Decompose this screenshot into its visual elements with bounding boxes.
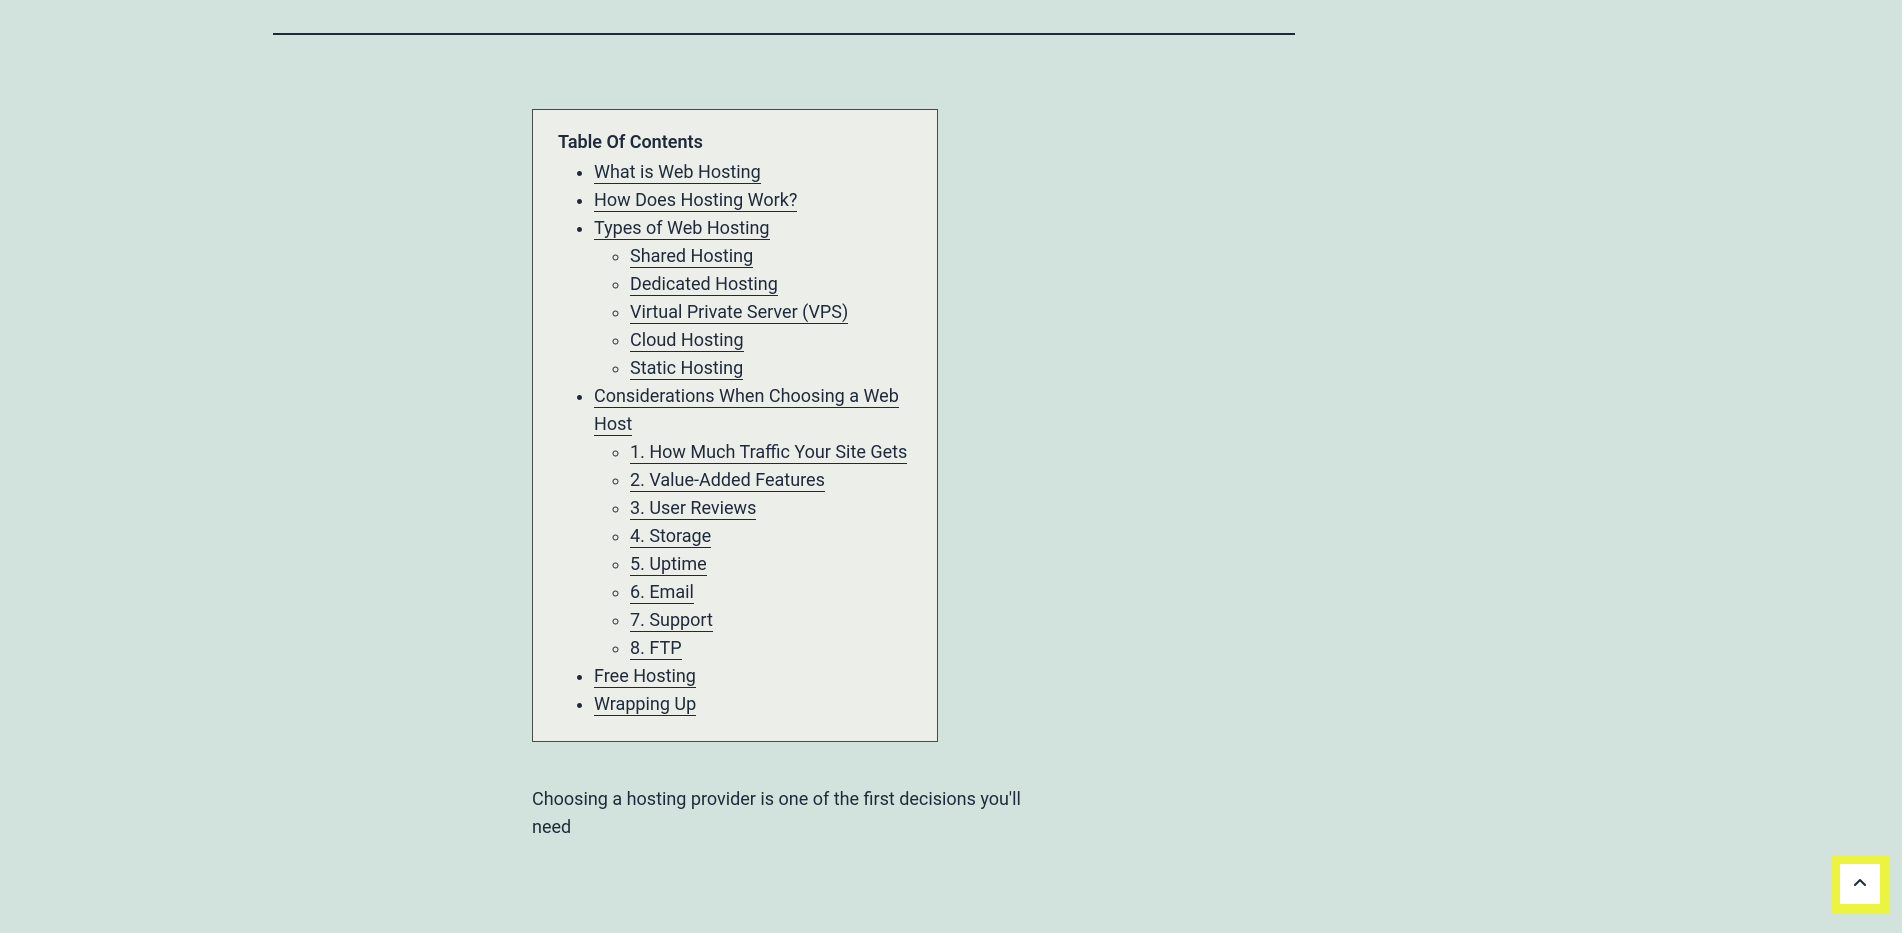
scroll-to-top-inner <box>1840 864 1880 904</box>
toc-link-support[interactable]: 7. Support <box>630 610 713 632</box>
toc-link-email[interactable]: 6. Email <box>630 582 694 604</box>
toc-item: Free Hosting <box>594 663 912 691</box>
toc-link-uptime[interactable]: 5. Uptime <box>630 554 707 576</box>
toc-link-cloud-hosting[interactable]: Cloud Hosting <box>630 330 744 352</box>
toc-link-wrapping-up[interactable]: Wrapping Up <box>594 694 696 716</box>
toc-subitem: 7. Support <box>630 607 912 635</box>
toc-item: Types of Web Hosting Shared Hosting Dedi… <box>594 215 912 383</box>
toc-subitem: Virtual Private Server (VPS) <box>630 299 912 327</box>
content-area: Table Of Contents What is Web Hosting Ho… <box>532 109 938 842</box>
toc-subitem: 5. Uptime <box>630 551 912 579</box>
toc-item: Considerations When Choosing a Web Host … <box>594 383 912 663</box>
toc-item: Wrapping Up <box>594 691 912 719</box>
toc-link-types-of-web-hosting[interactable]: Types of Web Hosting <box>594 218 770 240</box>
toc-link-storage[interactable]: 4. Storage <box>630 526 711 548</box>
toc-subitem: 6. Email <box>630 579 912 607</box>
toc-subitem: Cloud Hosting <box>630 327 912 355</box>
toc-link-ftp[interactable]: 8. FTP <box>630 638 682 660</box>
toc-link-dedicated-hosting[interactable]: Dedicated Hosting <box>630 274 778 296</box>
body-paragraph: Choosing a hosting provider is one of th… <box>532 786 1032 842</box>
toc-subitem: 4. Storage <box>630 523 912 551</box>
toc-subitem: Static Hosting <box>630 355 912 383</box>
toc-link-shared-hosting[interactable]: Shared Hosting <box>630 246 753 268</box>
toc-subitem: 3. User Reviews <box>630 495 912 523</box>
toc-link-value-added[interactable]: 2. Value-Added Features <box>630 470 825 492</box>
toc-link-what-is-web-hosting[interactable]: What is Web Hosting <box>594 162 761 184</box>
chevron-up-icon <box>1852 875 1868 894</box>
toc-link-considerations[interactable]: Considerations When Choosing a Web Host <box>594 386 899 436</box>
toc-link-static-hosting[interactable]: Static Hosting <box>630 358 743 380</box>
toc-subitem: Shared Hosting <box>630 243 912 271</box>
toc-subitem: 1. How Much Traffic Your Site Gets <box>630 439 912 467</box>
toc-link-user-reviews[interactable]: 3. User Reviews <box>630 498 756 520</box>
toc-subitem: 2. Value-Added Features <box>630 467 912 495</box>
table-of-contents: Table Of Contents What is Web Hosting Ho… <box>532 109 938 742</box>
scroll-to-top-button[interactable] <box>1831 855 1889 913</box>
toc-link-traffic[interactable]: 1. How Much Traffic Your Site Gets <box>630 442 907 464</box>
toc-subitem: 8. FTP <box>630 635 912 663</box>
toc-title: Table Of Contents <box>558 132 912 153</box>
toc-link-how-does-hosting-work[interactable]: How Does Hosting Work? <box>594 190 797 212</box>
toc-link-vps[interactable]: Virtual Private Server (VPS) <box>630 302 848 324</box>
toc-subitem: Dedicated Hosting <box>630 271 912 299</box>
horizontal-rule <box>273 33 1295 35</box>
toc-item: What is Web Hosting <box>594 159 912 187</box>
toc-item: How Does Hosting Work? <box>594 187 912 215</box>
toc-link-free-hosting[interactable]: Free Hosting <box>594 666 696 688</box>
